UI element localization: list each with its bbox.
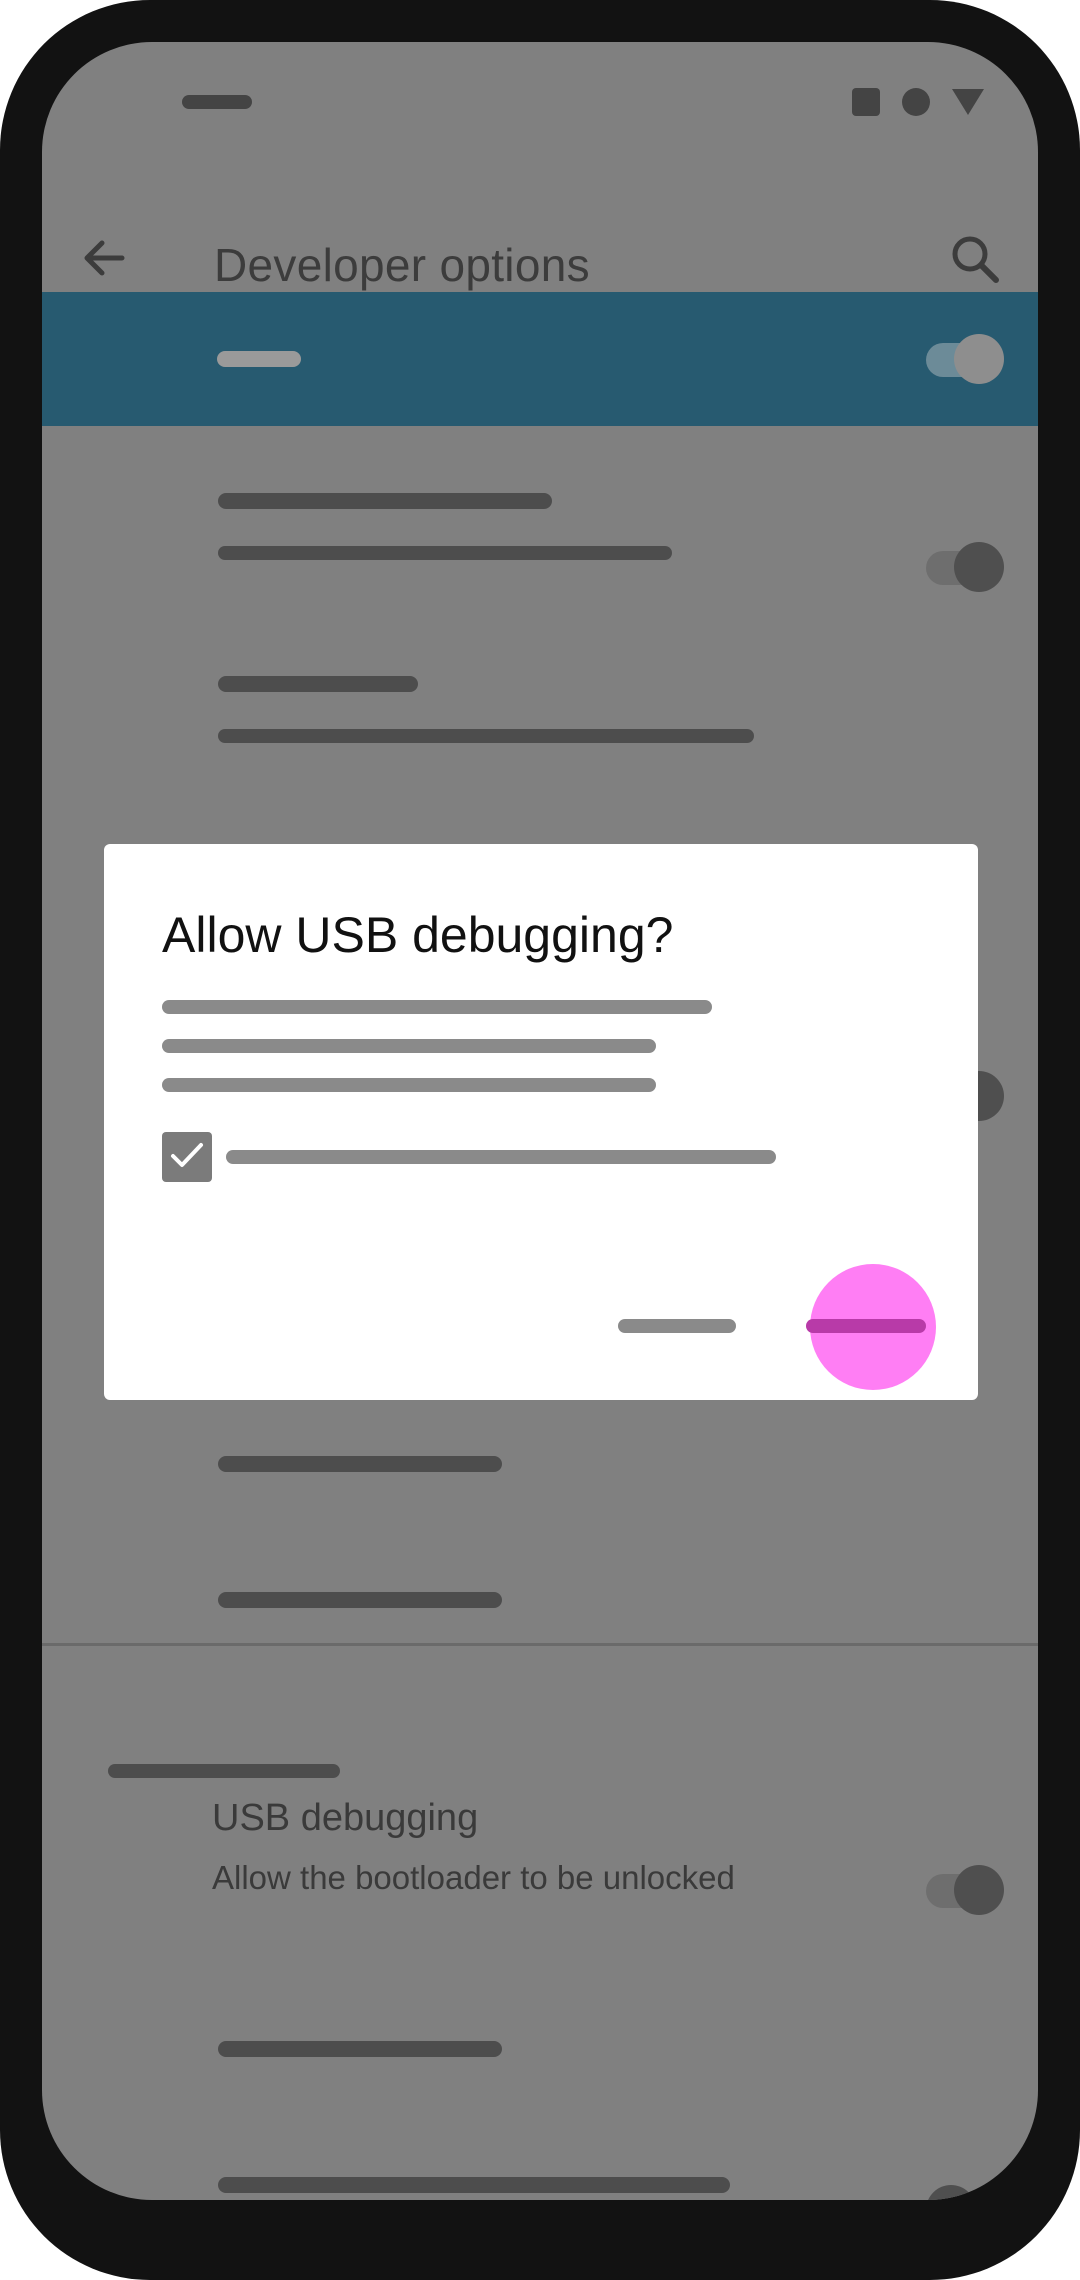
cancel-button[interactable] — [618, 1319, 736, 1333]
search-icon[interactable] — [948, 232, 1002, 286]
highlighted-setting-row[interactable] — [42, 292, 1038, 426]
main-toggle[interactable] — [926, 334, 1004, 384]
triangle-icon — [952, 89, 984, 115]
dialog-body-line — [162, 1078, 656, 1092]
dialog-body-line — [162, 1039, 656, 1053]
check-icon — [171, 1143, 203, 1167]
always-allow-checkbox[interactable] — [162, 1132, 212, 1182]
usb-debugging-title[interactable]: USB debugging — [212, 1797, 478, 1840]
device-frame: Developer options USB debugging Allow th… — [0, 0, 1080, 2280]
dialog-body-line — [162, 1000, 712, 1014]
setting-toggle[interactable] — [926, 2185, 1004, 2200]
setting-title-placeholder — [218, 2177, 730, 2193]
section-divider — [42, 1643, 1038, 1646]
arrow-back-icon[interactable] — [78, 232, 130, 284]
setting-title-placeholder — [218, 493, 552, 509]
setting-title-placeholder — [218, 1592, 502, 1608]
setting-summary-placeholder — [218, 729, 754, 743]
page-title: Developer options — [214, 239, 590, 291]
setting-title-placeholder — [218, 1456, 502, 1472]
setting-toggle[interactable] — [926, 542, 1004, 592]
usb-debugging-toggle[interactable] — [926, 1865, 1004, 1915]
usb-debugging-dialog: Allow USB debugging? — [104, 844, 978, 1400]
status-bar-icons — [852, 88, 984, 116]
square-icon — [852, 88, 880, 116]
section-header-placeholder — [108, 1764, 340, 1778]
checkbox-label-placeholder — [226, 1150, 776, 1164]
setting-summary-placeholder — [218, 546, 672, 560]
circle-icon — [902, 88, 930, 116]
usb-debugging-summary: Allow the bootloader to be unlocked — [212, 1859, 735, 1896]
setting-title-placeholder — [218, 676, 418, 692]
status-bar-notch — [182, 95, 252, 109]
allow-button[interactable] — [806, 1319, 926, 1333]
dialog-title: Allow USB debugging? — [162, 907, 674, 963]
setting-title-placeholder — [218, 2041, 502, 2057]
row-label-placeholder — [217, 351, 301, 367]
